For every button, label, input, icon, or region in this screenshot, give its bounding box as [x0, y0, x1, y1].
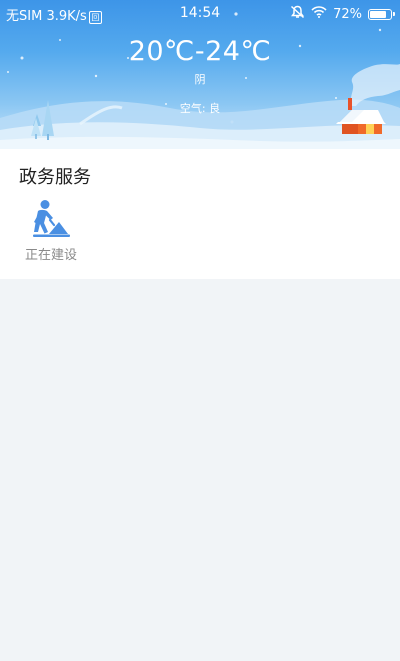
- battery-fill: [370, 10, 386, 18]
- battery-percent: 72%: [333, 6, 362, 22]
- wifi-icon: [311, 6, 327, 22]
- air-quality: 空气: 良: [179, 102, 221, 115]
- service-item-under-construction[interactable]: 正在建设: [16, 199, 86, 265]
- service-item-label: 正在建设: [24, 248, 77, 263]
- page-background: [0, 279, 400, 661]
- section-title: 政务服务: [19, 167, 91, 188]
- status-bar: 无SIM 3.9K/s 回 14:54 72%: [0, 0, 400, 28]
- mute-bell-icon: [290, 5, 305, 23]
- gov-services-section: 政务服务 正在建设: [0, 149, 400, 279]
- weather-condition: 阴: [194, 73, 206, 86]
- construction-worker-icon: [30, 199, 72, 243]
- battery-icon: [368, 8, 395, 20]
- weather-header: 无SIM 3.9K/s 回 14:54 72% 20℃-24℃ 阴 空气: 良: [0, 0, 400, 149]
- status-right: 72%: [290, 5, 395, 23]
- temperature-range: 20℃-24℃: [128, 36, 272, 67]
